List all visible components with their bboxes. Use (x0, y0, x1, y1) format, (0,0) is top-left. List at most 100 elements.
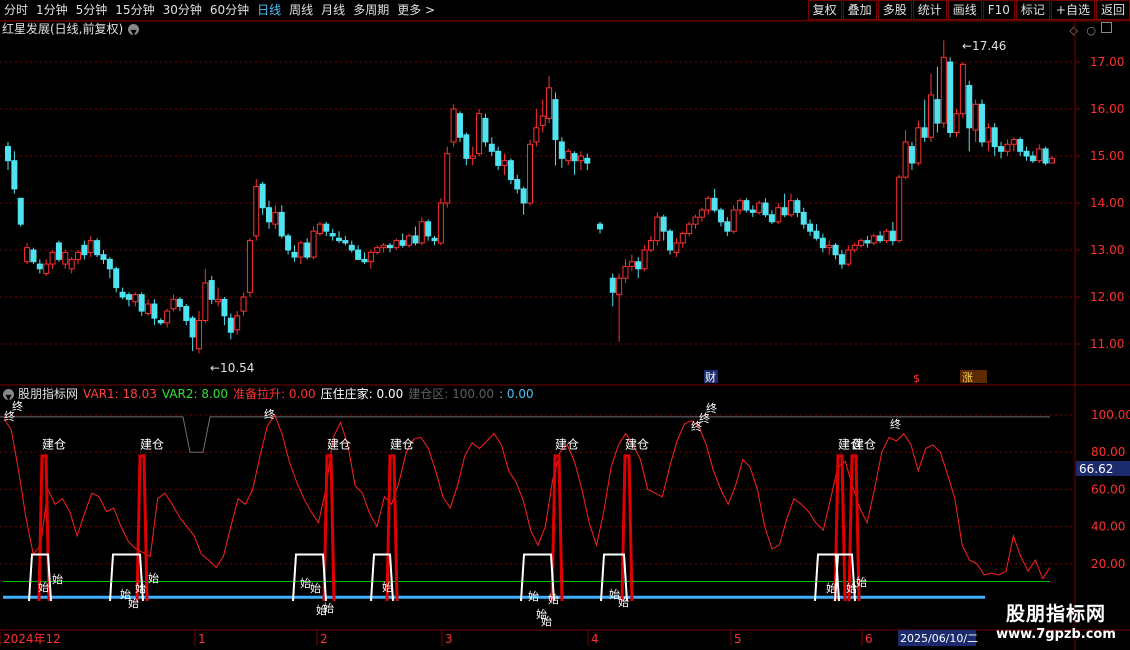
window-icon[interactable] (1101, 22, 1112, 33)
candle-body (947, 61, 954, 133)
diamond-icon[interactable]: ◇ (1070, 24, 1078, 37)
build-zone-line (0, 416, 1050, 453)
candle-body (342, 240, 349, 244)
price-tick-label: 12.00 (1090, 290, 1124, 304)
candle-body (55, 242, 62, 260)
build-signal-label: 建仓 (327, 437, 351, 451)
candle-body (482, 117, 489, 143)
candle-body (616, 277, 623, 296)
start-signal-label: 始 (38, 580, 49, 594)
candle-body (189, 317, 196, 338)
candle-body (679, 233, 686, 244)
watermark-title: 股朋指标网 (1005, 603, 1106, 625)
ind-current-value: 66.62 (1079, 462, 1113, 476)
toolbar-button[interactable]: 复权 (807, 0, 842, 20)
candle-body (794, 200, 801, 213)
chevron-down-icon[interactable]: ▾ (3, 388, 14, 404)
circle-icon[interactable]: ○ (1086, 24, 1096, 37)
period-tab[interactable]: 更多 > (393, 0, 439, 20)
candle-body (444, 153, 451, 204)
start-signal-label: 始 (300, 576, 311, 590)
toolbar-button[interactable]: 叠加 (842, 0, 877, 20)
start-trapezoid (109, 553, 144, 602)
candle-body (240, 296, 247, 312)
candle-body (348, 244, 355, 251)
build-signal-label: 建仓 (625, 437, 649, 451)
start-signal-label: 始 (856, 575, 867, 589)
candle-body (724, 221, 731, 232)
candle-body (673, 242, 680, 253)
period-tab[interactable]: 多周期 (349, 0, 393, 20)
candle-body (463, 134, 470, 159)
candle-body (577, 155, 584, 162)
candle-body (386, 244, 393, 249)
candle-body (978, 103, 985, 143)
price-tick-label: 11.00 (1090, 337, 1124, 351)
candle-body (195, 320, 202, 350)
extra-value: : 0.00 (499, 387, 534, 401)
toolbar-button[interactable]: 画线 (947, 0, 982, 20)
period-tab[interactable]: 30分钟 (159, 0, 206, 20)
period-tab[interactable]: 日线 (253, 0, 285, 20)
period-tab[interactable]: 1分钟 (32, 0, 72, 20)
candle-body (711, 197, 718, 211)
build-spike (550, 454, 564, 602)
candle-body (686, 223, 693, 235)
candle-body (597, 223, 604, 230)
candle-body (138, 294, 145, 312)
candle-body (520, 188, 527, 204)
end-signal-label: 终 (264, 407, 275, 421)
current-date-label: 2025/06/10/二 (900, 632, 978, 645)
build-spike (385, 454, 399, 602)
candle-body (533, 127, 540, 143)
candle-body (991, 127, 998, 148)
candle-body (68, 258, 75, 270)
candle-body (921, 127, 928, 138)
candle-body (781, 207, 788, 216)
period-tab[interactable]: 15分钟 (111, 0, 158, 20)
start-signal-label: 始 (548, 592, 559, 606)
start-trapezoid (834, 553, 856, 602)
toolbar-button[interactable]: F10 (982, 0, 1015, 20)
period-tab[interactable]: 60分钟 (206, 0, 253, 20)
candle-body (374, 247, 381, 253)
period-tab[interactable]: 月线 (317, 0, 349, 20)
candle-body (928, 94, 935, 138)
period-tab[interactable]: 分时 (0, 0, 32, 20)
kline-chart[interactable]: 17.00 16.00 15.00 14.00 13.00 12.00 11.00 100.0… (0, 0, 1130, 650)
candle-body (5, 146, 11, 162)
toolbar-button[interactable]: 返回 (1095, 0, 1130, 20)
date-tick-label: 5 (734, 632, 742, 646)
candle-body (628, 261, 635, 267)
candle-body (908, 146, 915, 164)
candle-body (75, 251, 82, 260)
candle-body (412, 235, 419, 244)
candle-body (336, 237, 343, 242)
ind-tick-label: 40.00 (1091, 520, 1125, 534)
candle-body (966, 85, 973, 129)
candle-body (972, 103, 979, 131)
candle-body (889, 230, 896, 242)
candle-body (329, 233, 336, 237)
start-signal-label: 始 (135, 581, 146, 595)
build-spike (620, 454, 634, 602)
candle-body (546, 87, 553, 119)
candle-body (826, 244, 833, 249)
toolbar-button[interactable]: +自选 (1050, 0, 1095, 20)
toolbar-button[interactable]: 多股 (877, 0, 912, 20)
period-tab[interactable]: 周线 (285, 0, 317, 20)
candle-body (870, 235, 877, 244)
candle-body (431, 237, 438, 242)
chevron-down-icon[interactable]: ▾ (128, 23, 140, 39)
start-signal-label: 始 (382, 580, 393, 594)
date-tick-label: 2024年12 (3, 632, 61, 646)
toolbar-button[interactable]: 标记 (1015, 0, 1050, 20)
period-tab[interactable]: 5分钟 (72, 0, 112, 20)
start-signal-label: 始 (541, 614, 552, 628)
candle-body (1049, 157, 1055, 164)
date-tick-label: 1 (198, 632, 206, 646)
toolbar-button[interactable]: 统计 (912, 0, 947, 20)
candle-body (43, 263, 50, 275)
candle-body (756, 202, 763, 213)
candle-body (507, 160, 514, 180)
